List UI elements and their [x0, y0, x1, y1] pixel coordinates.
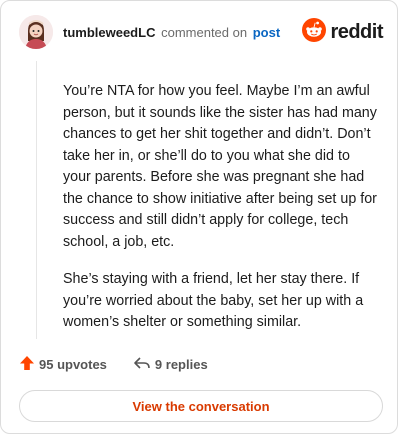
upvote-arrow-icon	[19, 355, 35, 374]
replies-count: 9 replies	[154, 356, 208, 372]
comment-paragraph: She’s staying with a friend, let her sta…	[63, 271, 364, 330]
comment-paragraph: You’re NTA for how you feel. Maybe I’m a…	[63, 83, 377, 250]
reddit-alien-icon	[302, 17, 327, 47]
user-avatar[interactable]	[19, 15, 53, 49]
embedded-comment-card: tumbleweedLC commented on post reddit Yo…	[0, 0, 398, 434]
comment-header: tumbleweedLC commented on post reddit	[19, 15, 383, 55]
comment-body: You’re NTA for how you feel. Maybe I’m a…	[63, 81, 381, 350]
comment-meta: tumbleweedLC commented on post	[63, 25, 280, 40]
reddit-logo[interactable]: reddit	[302, 17, 383, 47]
view-conversation-button[interactable]: View the conversation	[19, 390, 383, 422]
upvotes-count: 95 upvotes	[39, 356, 107, 372]
reddit-wordmark: reddit	[330, 20, 383, 43]
thread-line	[36, 61, 37, 339]
reply-arrow-icon	[133, 355, 151, 374]
replies-button[interactable]: 9 replies	[133, 355, 208, 374]
upvotes-button[interactable]: 95 upvotes	[19, 355, 107, 374]
username-link[interactable]: tumbleweedLC	[63, 25, 155, 40]
comment-actions: 95 upvotes 9 replies	[19, 353, 208, 375]
post-link[interactable]: post	[253, 25, 280, 40]
commented-on-label: commented on	[161, 25, 248, 40]
